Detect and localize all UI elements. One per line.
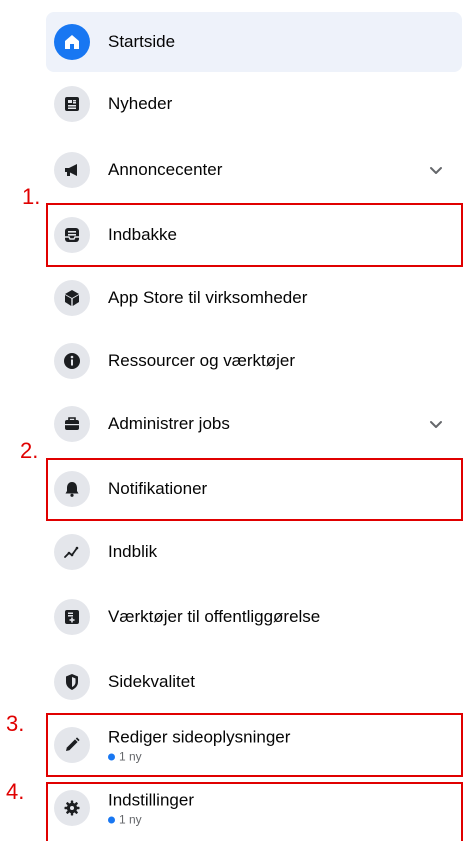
- page-menu-panel: Startside Nyheder Annoncecenter Indbakke: [0, 0, 467, 841]
- notification-count-text: 1 ny: [119, 749, 142, 764]
- menu-item-publishing-tools[interactable]: Værktøjer til offentliggørelse: [46, 587, 462, 647]
- menu-item-label: Indbakke: [108, 225, 177, 244]
- publishing-tools-icon: [54, 599, 90, 635]
- menu-item-label: Startside: [108, 32, 176, 51]
- annotation-number-4: 4.: [6, 779, 25, 804]
- menu-item-label: Annoncecenter: [108, 160, 223, 179]
- briefcase-icon: [54, 406, 90, 442]
- shield-icon: [54, 664, 90, 700]
- news-feed-icon: [54, 86, 90, 122]
- menu-item-label: Notifikationer: [108, 479, 208, 498]
- notification-count-text: 1 ny: [119, 812, 142, 827]
- menu-item-sidekvalitet[interactable]: Sidekvalitet: [46, 652, 462, 712]
- menu-item-label: Administrer jobs: [108, 414, 230, 433]
- menu-item-indstillinger[interactable]: Indstillinger 1 ny: [46, 778, 462, 838]
- insights-icon: [54, 534, 90, 570]
- menu-item-annoncecenter[interactable]: Annoncecenter: [46, 140, 462, 200]
- bell-icon: [54, 471, 90, 507]
- notification-dot-icon: [108, 753, 115, 760]
- megaphone-icon: [54, 152, 90, 188]
- menu-item-notifikationer[interactable]: Notifikationer: [46, 459, 462, 519]
- menu-item-nyheder[interactable]: Nyheder: [46, 74, 462, 134]
- menu-item-administrer-jobs[interactable]: Administrer jobs: [46, 394, 462, 454]
- menu-item-label: Ressourcer og værktøjer: [108, 351, 296, 370]
- inbox-icon: [54, 217, 90, 253]
- pencil-icon: [54, 727, 90, 763]
- menu-item-label: Nyheder: [108, 94, 173, 113]
- home-icon: [54, 24, 90, 60]
- menu-item-label: Sidekvalitet: [108, 672, 195, 691]
- menu-item-indbakke[interactable]: Indbakke: [46, 205, 462, 265]
- menu-item-indblik[interactable]: Indblik: [46, 522, 462, 582]
- notification-dot-icon: [108, 816, 115, 823]
- chevron-down-icon[interactable]: [428, 162, 444, 178]
- menu-item-label: Værktøjer til offentliggørelse: [108, 607, 321, 626]
- annotation-number-2: 2.: [20, 438, 39, 463]
- info-icon: [54, 343, 90, 379]
- menu-item-label: Indstillinger: [108, 790, 194, 810]
- notification-count: 1 ny: [108, 750, 290, 764]
- menu-item-ressourcer[interactable]: Ressourcer og værktøjer: [46, 331, 462, 391]
- menu-item-rediger-sideoplysninger[interactable]: Rediger sideoplysninger 1 ny: [46, 715, 462, 775]
- annotation-number-3: 3.: [6, 711, 25, 736]
- menu-item-label: App Store til virksomheder: [108, 288, 308, 307]
- annotation-number-1: 1.: [22, 184, 41, 209]
- menu-item-label: Rediger sideoplysninger: [108, 727, 291, 747]
- menu-item-startside[interactable]: Startside: [46, 12, 462, 72]
- cube-icon: [54, 280, 90, 316]
- notification-count: 1 ny: [108, 813, 194, 827]
- menu-item-app-store[interactable]: App Store til virksomheder: [46, 268, 462, 328]
- gear-icon: [54, 790, 90, 826]
- menu-item-label: Indblik: [108, 542, 158, 561]
- chevron-down-icon[interactable]: [428, 416, 444, 432]
